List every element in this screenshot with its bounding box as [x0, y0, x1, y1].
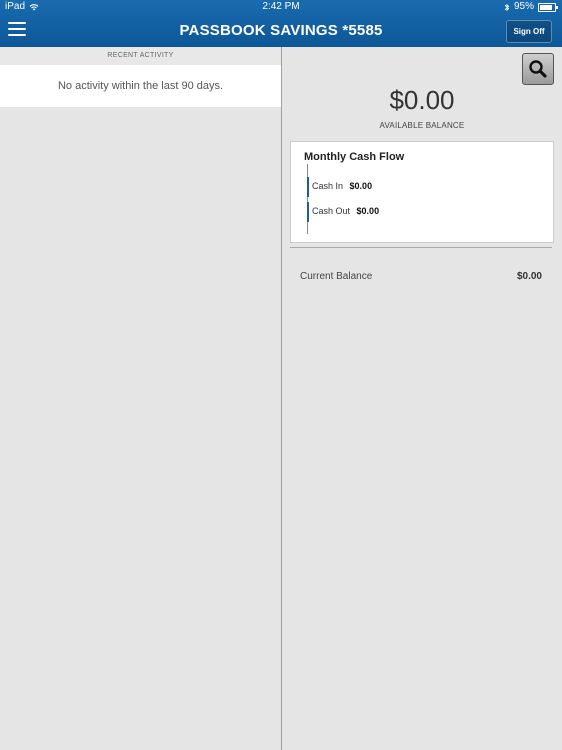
status-bar: iPad 2:42 PM 95%: [0, 0, 562, 14]
available-balance-label: AVAILABLE BALANCE: [379, 121, 465, 130]
section-divider: [290, 247, 552, 248]
cash-flow-title: Monthly Cash Flow: [304, 151, 405, 163]
cash-out-value: $0.00: [356, 206, 380, 216]
account-summary-pane: $0.00 AVAILABLE BALANCE Monthly Cash Flo…: [282, 47, 562, 750]
status-time: 2:42 PM: [262, 1, 300, 12]
top-navigation-bar: iPad 2:42 PM 95% PASSBOOK SAVINGS *5585 …: [0, 0, 562, 47]
search-icon: [529, 60, 547, 78]
cash-flow-axis: [307, 164, 308, 234]
available-balance-value: $0.00: [389, 85, 455, 115]
search-button[interactable]: [522, 53, 554, 85]
recent-activity-pane: RECENT ACTIVITY No activity within the l…: [0, 47, 281, 750]
cash-in-label: Cash In: [312, 181, 344, 191]
current-balance-value: $0.00: [516, 271, 542, 282]
bluetooth-icon: [504, 3, 510, 11]
empty-activity-message: No activity within the last 90 days.: [0, 65, 281, 107]
cash-in-bar: [307, 177, 309, 197]
sign-off-button[interactable]: Sign Off: [506, 20, 552, 43]
battery-icon: [538, 2, 558, 12]
battery-percent: 95%: [513, 1, 534, 12]
recent-activity-header: RECENT ACTIVITY: [0, 47, 281, 65]
status-right: 95%: [504, 0, 558, 14]
cash-out-row: Cash Out $0.00: [312, 206, 379, 216]
cash-in-value: $0.00: [349, 181, 373, 191]
page-title: PASSBOOK SAVINGS *5585: [179, 22, 383, 39]
monthly-cash-flow-card: Monthly Cash Flow Cash In $0.00 Cash Out…: [290, 141, 554, 243]
cash-in-row: Cash In $0.00: [312, 181, 372, 191]
cash-out-label: Cash Out: [312, 206, 351, 216]
current-balance-label: Current Balance: [300, 271, 373, 282]
cash-out-bar: [307, 202, 309, 222]
